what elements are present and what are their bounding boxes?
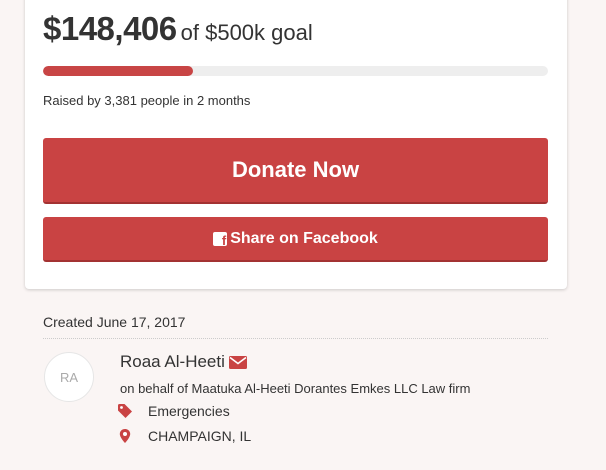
amount-raised: $148,406 <box>43 10 177 47</box>
amount-summary: $148,406 of $500k goal <box>43 10 313 48</box>
progress-bar-fill <box>43 66 193 76</box>
raised-by-text: Raised by 3,381 people in 2 months <box>43 93 251 108</box>
category-row: Emergencies <box>118 403 230 419</box>
goal-text: of $500k goal <box>180 20 313 45</box>
avatar: RA <box>44 352 94 402</box>
avatar-initials: RA <box>59 369 79 385</box>
share-facebook-button[interactable]: f Share on Facebook <box>43 217 548 262</box>
share-facebook-label: Share on Facebook <box>230 229 378 247</box>
progress-bar <box>43 66 548 76</box>
divider <box>43 338 548 339</box>
envelope-icon[interactable] <box>228 355 247 369</box>
donate-now-label: Donate Now <box>231 157 360 182</box>
donate-now-button[interactable]: Donate Now <box>43 138 548 204</box>
tag-icon <box>118 404 132 418</box>
map-marker-icon <box>119 429 131 443</box>
location-row: CHAMPAIGN, IL <box>118 428 251 444</box>
donation-card: $148,406 of $500k goal Raised by 3,381 pe… <box>25 0 567 289</box>
created-date: Created June 17, 2017 <box>43 314 186 330</box>
category-link[interactable]: Emergencies <box>148 403 230 419</box>
location-text: CHAMPAIGN, IL <box>148 428 252 444</box>
organizer-name: Roaa Al-Heeti <box>120 352 247 372</box>
on-behalf-of: on behalf of Maatuka Al-Heeti Dorantes E… <box>120 381 471 396</box>
organizer-name-text[interactable]: Roaa Al-Heeti <box>120 352 225 372</box>
facebook-icon: f <box>213 231 228 247</box>
